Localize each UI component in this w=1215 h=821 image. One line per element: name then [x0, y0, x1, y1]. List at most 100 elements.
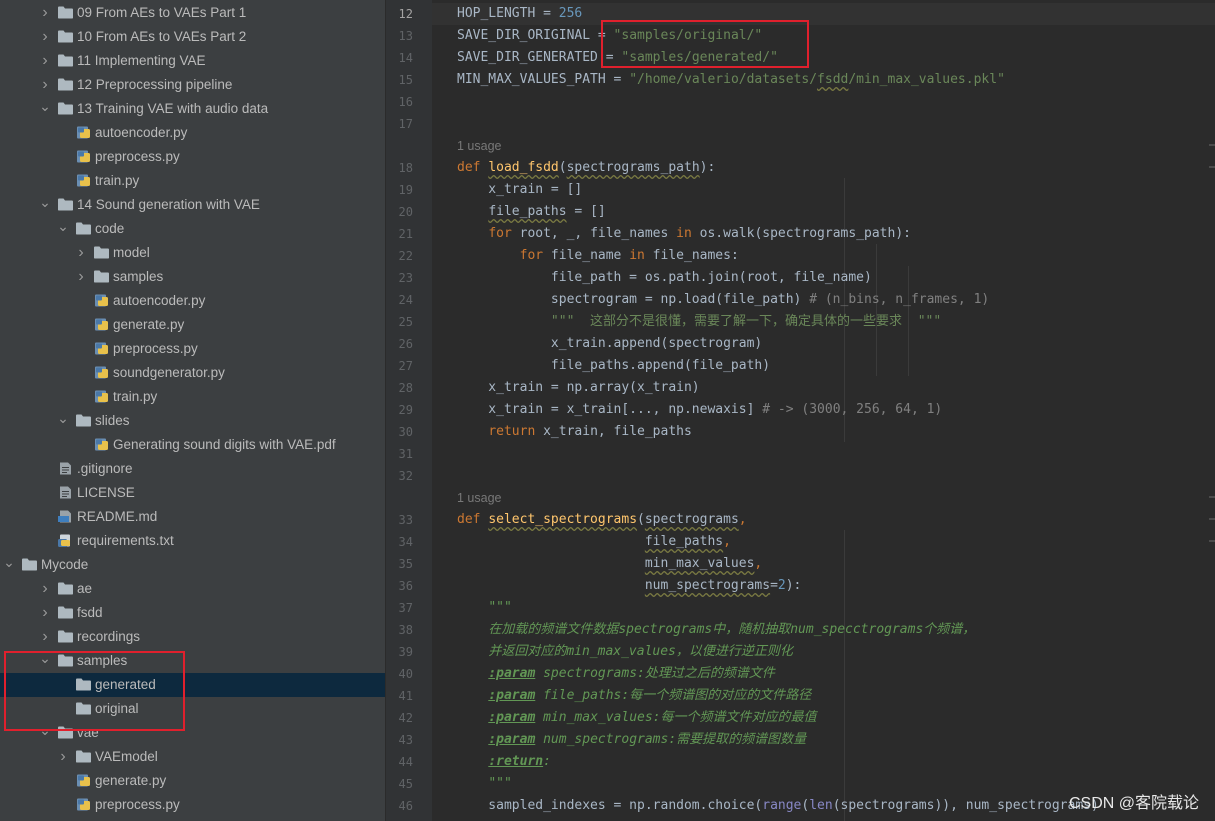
code-line-12[interactable]: HOP_LENGTH = 256 — [457, 3, 582, 25]
code-line-34[interactable]: file_paths, — [457, 531, 731, 553]
code-line-44[interactable]: :return: — [457, 751, 551, 773]
scroll-marker — [1209, 496, 1215, 498]
tree-item-label: code — [95, 221, 125, 236]
code-line-29[interactable]: x_train = x_train[..., np.newaxis] # -> … — [457, 399, 942, 421]
tree-file-generate-py[interactable]: generate.py — [0, 769, 385, 793]
chevron-right-icon[interactable]: › — [39, 625, 51, 649]
tree-file-autoencoder-py[interactable]: autoencoder.py — [0, 289, 385, 313]
python-file-icon — [76, 126, 91, 139]
code-line-22[interactable]: for file_name in file_names: — [457, 245, 739, 267]
chevron-right-icon[interactable]: › — [39, 601, 51, 625]
tree-folder-10-from-aes-to-vaes-part-2[interactable]: › 10 From AEs to VAEs Part 2 — [0, 25, 385, 49]
code-editor[interactable]: 12 13 14 15 16 17 18 19 20 21 22 23 24 25 26 27 28 29 30 31… — [386, 0, 1215, 821]
chevron-right-icon[interactable]: › — [75, 265, 87, 289]
tree-file-autoencoder-py[interactable]: autoencoder.py — [0, 121, 385, 145]
chevron-down-icon[interactable]: ⌄ — [57, 409, 69, 433]
code-line-15[interactable]: MIN_MAX_VALUES_PATH = "/home/valerio/dat… — [457, 69, 1005, 91]
code-line-43[interactable]: :param num_spectrograms:需要提取的频谱图数量 — [457, 729, 806, 751]
chevron-right-icon[interactable]: › — [39, 577, 51, 601]
code-line-24[interactable]: spectrogram = np.load(file_path) # (n_bi… — [457, 289, 989, 311]
text-file-icon — [58, 486, 73, 499]
chevron-right-icon[interactable]: › — [39, 73, 51, 97]
tree-folder-vaemodel[interactable]: › VAEmodel — [0, 745, 385, 769]
usage-hint[interactable]: 1 usage — [457, 135, 501, 157]
scroll-marker — [1209, 518, 1215, 520]
line-number: 24 — [398, 293, 413, 307]
scroll-marker — [1209, 540, 1215, 542]
tree-file-preprocess-py[interactable]: preprocess.py — [0, 145, 385, 169]
line-number: 17 — [398, 117, 413, 131]
tree-item-label: model — [113, 245, 150, 260]
code-line-42[interactable]: :param min_max_values:每一个频谱文件对应的最值 — [457, 707, 816, 729]
chevron-down-icon[interactable]: ⌄ — [3, 553, 15, 577]
line-number: 30 — [398, 425, 413, 439]
tree-folder-model[interactable]: › model — [0, 241, 385, 265]
code-line-35[interactable]: min_max_values, — [457, 553, 762, 575]
line-number-gutter[interactable]: 12 13 14 15 16 17 18 19 20 21 22 23 24 25 26 27 28 29 30 31… — [386, 0, 432, 821]
tree-folder-samples[interactable]: › samples — [0, 265, 385, 289]
code-line-25[interactable]: """ 这部分不是很懂，需要了解一下，确定具体的一些要求 """ — [457, 311, 941, 333]
code-line-46[interactable]: sampled_indexes = np.random.choice(range… — [457, 795, 1099, 817]
tree-file-preprocess-py[interactable]: preprocess.py — [0, 337, 385, 361]
line-number: 42 — [398, 711, 413, 725]
chevron-down-icon[interactable]: ⌄ — [57, 217, 69, 241]
tree-folder-mycode[interactable]: ⌄ Mycode — [0, 553, 385, 577]
code-line-21[interactable]: for root, _, file_names in os.walk(spect… — [457, 223, 911, 245]
tree-item-label: preprocess.py — [95, 797, 180, 812]
code-line-18[interactable]: def load_fsdd(spectrograms_path): — [457, 157, 715, 179]
indent-guide — [844, 530, 845, 821]
tree-item-label: Mycode — [41, 557, 89, 572]
code-line-19[interactable]: x_train = [] — [457, 179, 582, 201]
line-number: 41 — [398, 689, 413, 703]
folder-icon — [58, 582, 73, 595]
code-line-30[interactable]: return x_train, file_paths — [457, 421, 692, 443]
tree-file-train-py[interactable]: train.py — [0, 169, 385, 193]
code-line-45[interactable]: """ — [457, 773, 511, 795]
code-line-41[interactable]: :param file_paths:每一个频谱图的对应的文件路径 — [457, 685, 811, 707]
code-line-37[interactable]: """ — [457, 597, 511, 619]
tree-item-label: autoencoder.py — [113, 293, 206, 308]
code-line-36[interactable]: num_spectrograms=2): — [457, 575, 802, 597]
chevron-right-icon[interactable]: › — [39, 25, 51, 49]
tree-folder-slides[interactable]: ⌄ slides — [0, 409, 385, 433]
tree-item-label: VAEmodel — [95, 749, 158, 764]
chevron-down-icon[interactable]: ⌄ — [39, 97, 51, 121]
chevron-right-icon[interactable]: › — [75, 241, 87, 265]
tree-item-label: fsdd — [77, 605, 103, 620]
tree-folder-11-implementing-vae[interactable]: › 11 Implementing VAE — [0, 49, 385, 73]
code-line-23[interactable]: file_path = os.path.join(root, file_name… — [457, 267, 872, 289]
tree-folder-12-preprocessing-pipeline[interactable]: › 12 Preprocessing pipeline — [0, 73, 385, 97]
code-line-38[interactable]: 在加载的频谱文件数据spectrograms中，随机抽取num_specctro… — [457, 619, 975, 641]
code-line-39[interactable]: 并返回对应的min_max_values，以便进行逆正则化 — [457, 641, 793, 663]
folder-icon — [94, 270, 109, 283]
code-line-40[interactable]: :param spectrograms:处理过之后的频谱文件 — [457, 663, 775, 685]
code-line-33[interactable]: def select_spectrograms(spectrograms, — [457, 509, 747, 531]
chevron-down-icon[interactable]: ⌄ — [39, 193, 51, 217]
tree-file-readme-md[interactable]: README.md — [0, 505, 385, 529]
scroll-marker — [1209, 166, 1215, 168]
tree-folder-code[interactable]: ⌄ code — [0, 217, 385, 241]
tree-file-license[interactable]: LICENSE — [0, 481, 385, 505]
tree-file-soundgenerator-py[interactable]: soundgenerator.py — [0, 361, 385, 385]
tree-file-generate-py[interactable]: generate.py — [0, 313, 385, 337]
code-line-27[interactable]: file_paths.append(file_path) — [457, 355, 770, 377]
usage-hint[interactable]: 1 usage — [457, 487, 501, 509]
folder-icon — [58, 606, 73, 619]
tree-file-requirements-txt[interactable]: requirements.txt — [0, 529, 385, 553]
tree-folder-13-training-vae-with-audio-data[interactable]: ⌄ 13 Training VAE with audio data — [0, 97, 385, 121]
tree-folder-14-sound-generation-with-vae[interactable]: ⌄ 14 Sound generation with VAE — [0, 193, 385, 217]
chevron-right-icon[interactable]: › — [57, 745, 69, 769]
tree-folder-fsdd[interactable]: › fsdd — [0, 601, 385, 625]
chevron-right-icon[interactable]: › — [39, 1, 51, 25]
chevron-right-icon[interactable]: › — [39, 49, 51, 73]
code-line-26[interactable]: x_train.append(spectrogram) — [457, 333, 762, 355]
tree-folder-ae[interactable]: › ae — [0, 577, 385, 601]
tree-file-train-py[interactable]: train.py — [0, 385, 385, 409]
code-line-28[interactable]: x_train = np.array(x_train) — [457, 377, 699, 399]
tree-folder-recordings[interactable]: › recordings — [0, 625, 385, 649]
tree-folder-09-from-aes-to-vaes-part-1[interactable]: › 09 From AEs to VAEs Part 1 — [0, 1, 385, 25]
code-line-20[interactable]: file_paths = [] — [457, 201, 605, 223]
tree-file-generating-sound-digits-with-vae-pdf[interactable]: Generating sound digits with VAE.pdf — [0, 433, 385, 457]
tree-file-preprocess-py[interactable]: preprocess.py — [0, 793, 385, 817]
tree-file-gitignore[interactable]: .gitignore — [0, 457, 385, 481]
